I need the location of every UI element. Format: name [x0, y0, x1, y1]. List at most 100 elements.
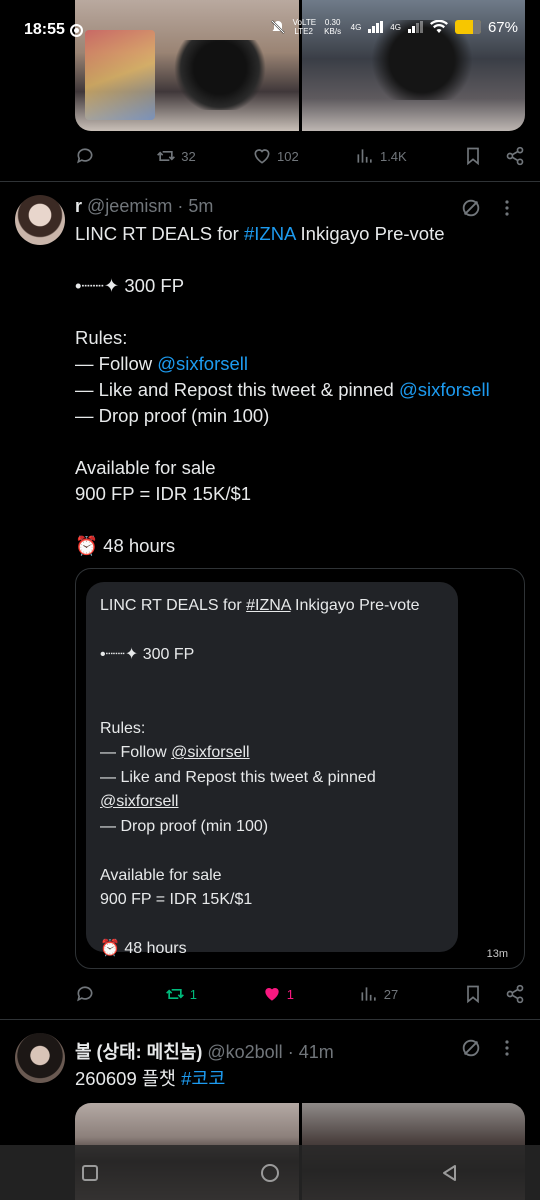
- views-button[interactable]: 27: [359, 984, 398, 1004]
- text-span: ⏰ 48 hours: [100, 940, 187, 957]
- like-button[interactable]: 102: [252, 146, 299, 166]
- display-name[interactable]: 볼 (상태: 메친놈): [75, 1042, 202, 1062]
- quoted-text-line: — Drop proof (min 100): [100, 815, 444, 840]
- text-line: [75, 247, 530, 273]
- text-line: [75, 507, 530, 533]
- repost-count: 32: [181, 148, 196, 164]
- text-line: [75, 429, 530, 455]
- text-span: Inkigayo Pre-vote: [290, 597, 420, 614]
- status-bar: 18:55 VoLTE LTE2 0.30 KB/s 4G 4G 67%: [0, 0, 540, 60]
- mention-link[interactable]: @sixforsell: [157, 353, 248, 374]
- quoted-text-line: @sixforsell: [100, 790, 444, 815]
- quoted-text-line: [100, 913, 444, 938]
- views-count: 27: [383, 986, 399, 1002]
- status-time: 18:55: [24, 21, 65, 38]
- text-span: LINC RT DEALS for: [75, 223, 244, 244]
- notification-ring-icon: [70, 24, 83, 37]
- reply-button[interactable]: [75, 146, 100, 166]
- system-navigation-bar: [0, 1145, 540, 1200]
- text-line: Rules:: [75, 325, 530, 351]
- text-span: Rules:: [75, 327, 128, 348]
- bookmark-icon[interactable]: [463, 984, 483, 1004]
- text-line: — Like and Repost this tweet & pinned @s…: [75, 377, 530, 403]
- hashtag-link[interactable]: #코코: [181, 1068, 225, 1089]
- underlined-text: @sixforsell: [100, 793, 179, 810]
- quoted-text-line: •┈┈✦ 300 FP: [100, 643, 444, 668]
- text-span: •┈┈✦ 300 FP: [75, 275, 185, 296]
- tweet-text: 260609 플챗 #코코: [75, 1068, 226, 1089]
- home-circle-icon[interactable]: [258, 1161, 282, 1185]
- heart-filled-icon: [265, 988, 279, 1001]
- tweet-header-icons: [460, 1037, 518, 1059]
- text-span: Inkigayo Pre-vote: [295, 223, 445, 244]
- avatar[interactable]: [15, 1033, 65, 1083]
- signal-4g-2: 4G: [390, 22, 401, 32]
- text-line: Available for sale: [75, 455, 530, 481]
- back-triangle-icon[interactable]: [438, 1161, 462, 1185]
- views-button[interactable]: 1.4K: [355, 146, 407, 166]
- text-span: Rules:: [100, 719, 146, 737]
- handle[interactable]: @ko2boll: [207, 1042, 282, 1062]
- handle[interactable]: @jeemism: [87, 196, 172, 216]
- hashtag-link[interactable]: #IZNA: [244, 223, 295, 244]
- quoted-text-line: [100, 692, 444, 717]
- grok-icon[interactable]: [460, 1037, 482, 1059]
- timestamp[interactable]: 5m: [188, 196, 213, 216]
- battery-icon: [454, 20, 481, 34]
- tweet-header-icons: [460, 197, 518, 219]
- tweet-text: LINC RT DEALS for #IZNA Inkigayo Pre-vot…: [75, 221, 530, 559]
- text-line: [75, 299, 530, 325]
- text-span: — Like and Repost this tweet & pinned: [100, 768, 376, 786]
- underlined-text: #IZNA: [246, 597, 291, 614]
- quoted-timestamp: 13m: [486, 948, 508, 960]
- recents-square-icon[interactable]: [78, 1161, 102, 1185]
- battery-percent: 67%: [487, 18, 518, 36]
- repost-icon: [157, 151, 176, 161]
- text-line: LINC RT DEALS for #IZNA Inkigayo Pre-vot…: [75, 221, 530, 247]
- wifi-icon: [429, 20, 448, 33]
- previous-tweet-actions: 32 102 1.4K: [75, 144, 525, 168]
- quoted-text-line: — Follow @sixforsell: [100, 741, 444, 766]
- repost-button[interactable]: 1: [165, 984, 197, 1004]
- signal-4g-1: 4G: [350, 22, 362, 32]
- bookmark-icon[interactable]: [463, 146, 483, 166]
- quoted-text-line: ⏰ 48 hours: [100, 937, 444, 962]
- quoted-text-line: [100, 619, 444, 644]
- text-span: Available for sale: [100, 866, 222, 884]
- reply-icon: [77, 148, 93, 164]
- avatar[interactable]: [15, 195, 65, 245]
- mute-bell-icon: [270, 20, 285, 34]
- quoted-text-line: [100, 839, 444, 864]
- text-span: — Follow: [100, 744, 172, 761]
- reply-button[interactable]: [75, 984, 100, 1004]
- share-icon[interactable]: [505, 984, 525, 1004]
- text-line: ⏰ 48 hours: [75, 533, 530, 559]
- quoted-image-card: LINC RT DEALS for #IZNA Inkigayo Pre-vot…: [86, 582, 458, 957]
- tweet-actions: 1 1 27: [75, 982, 525, 1006]
- mention-link[interactable]: @sixforsell: [399, 379, 490, 400]
- timestamp[interactable]: 41m: [299, 1042, 334, 1062]
- like-count: 1: [286, 986, 294, 1002]
- text-line: •┈┈✦ 300 FP: [75, 273, 530, 299]
- quoted-media[interactable]: LINC RT DEALS for #IZNA Inkigayo Pre-vot…: [75, 568, 525, 969]
- text-span: •┈┈✦ 300 FP: [100, 646, 195, 663]
- repost-button[interactable]: 32: [156, 146, 196, 166]
- text-span: — Drop proof (min 100): [100, 817, 269, 835]
- text-line: — Follow @sixforsell: [75, 351, 530, 377]
- more-options-icon[interactable]: [496, 197, 518, 219]
- status-indicators: VoLTE LTE2 0.30 KB/s 4G 4G 67%: [270, 18, 518, 36]
- like-button[interactable]: 1: [262, 984, 294, 1004]
- text-span: 900 FP = IDR 15K/$1: [75, 483, 252, 504]
- repost-count: 1: [189, 986, 197, 1002]
- text-span: 900 FP = IDR 15K/$1: [100, 891, 253, 908]
- display-name[interactable]: r: [75, 196, 82, 216]
- share-icon[interactable]: [505, 146, 525, 166]
- heart-icon: [254, 149, 270, 164]
- text-line: — Drop proof (min 100): [75, 403, 530, 429]
- tweet-header: r @jeemism · 5m: [75, 196, 214, 216]
- grok-icon[interactable]: [460, 197, 482, 219]
- signal-bars-icon: [368, 21, 384, 33]
- divider: [0, 181, 540, 182]
- more-options-icon[interactable]: [496, 1037, 518, 1059]
- views-chart-icon: [357, 149, 372, 163]
